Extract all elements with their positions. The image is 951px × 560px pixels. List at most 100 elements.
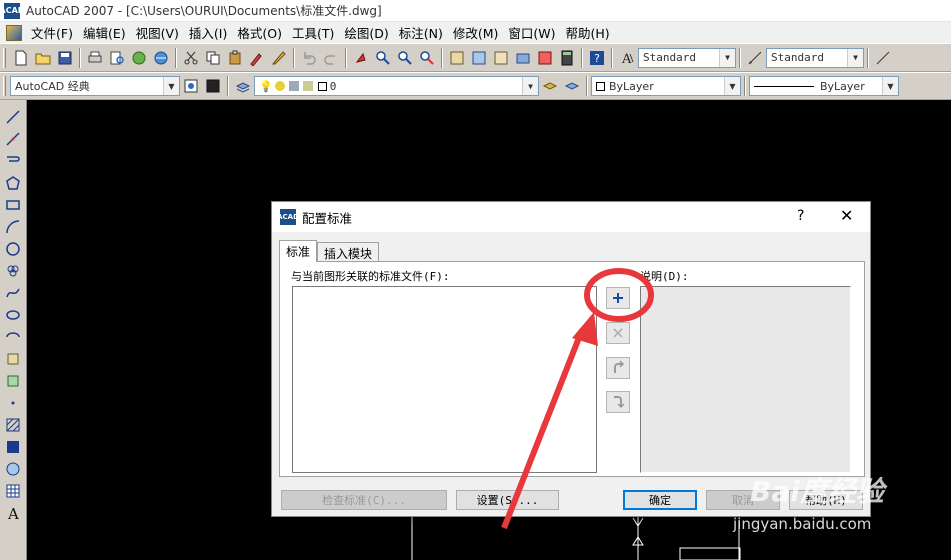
print-preview-icon[interactable] bbox=[107, 48, 127, 68]
paste-icon[interactable] bbox=[225, 48, 245, 68]
new-icon[interactable] bbox=[11, 48, 31, 68]
gradient-icon[interactable] bbox=[2, 436, 24, 458]
redo-icon[interactable] bbox=[321, 48, 341, 68]
layer-previous-icon[interactable] bbox=[562, 76, 582, 96]
chevron-down-icon[interactable]: ▼ bbox=[847, 48, 863, 67]
text-style-select[interactable]: Standard ▼ bbox=[638, 47, 736, 68]
block-editor-icon[interactable] bbox=[269, 48, 289, 68]
dimension-style-icon[interactable] bbox=[745, 48, 765, 68]
zoom-previous-icon[interactable] bbox=[417, 48, 437, 68]
rectangle-icon[interactable] bbox=[2, 194, 24, 216]
revision-cloud-icon[interactable] bbox=[2, 260, 24, 282]
table-icon[interactable] bbox=[2, 480, 24, 502]
match-properties-icon[interactable] bbox=[247, 48, 267, 68]
layer-select[interactable]: 💡 0 ▼ bbox=[254, 76, 539, 96]
title-bar: ACAD AutoCAD 2007 - [C:\Users\OURUI\Docu… bbox=[0, 0, 951, 22]
make-block-icon[interactable] bbox=[2, 370, 24, 392]
add-standards-file-button[interactable] bbox=[606, 287, 630, 309]
menu-edit[interactable]: 编辑(E) bbox=[78, 23, 131, 42]
print-icon[interactable] bbox=[85, 48, 105, 68]
sheet-set-icon[interactable] bbox=[513, 48, 533, 68]
toolbar-grip[interactable] bbox=[3, 76, 6, 96]
tool-palettes-icon[interactable] bbox=[491, 48, 511, 68]
layer-freeze-vp-icon[interactable] bbox=[288, 81, 299, 91]
region-icon[interactable] bbox=[2, 458, 24, 480]
construction-line-icon[interactable] bbox=[2, 128, 24, 150]
remove-icon bbox=[613, 328, 623, 338]
color-select[interactable]: ByLayer ▼ bbox=[591, 76, 741, 96]
text-style-icon[interactable]: A bbox=[617, 48, 637, 68]
insert-block-icon[interactable] bbox=[2, 348, 24, 370]
workspace-select[interactable]: AutoCAD 经典 ▼ bbox=[10, 76, 180, 96]
point-icon[interactable] bbox=[2, 392, 24, 414]
design-center-icon[interactable] bbox=[469, 48, 489, 68]
ok-button[interactable]: 确定 bbox=[623, 490, 697, 510]
zoom-window-icon[interactable] bbox=[395, 48, 415, 68]
layer-properties-icon[interactable] bbox=[233, 76, 253, 96]
chevron-down-icon[interactable]: ▼ bbox=[882, 77, 898, 95]
linetype-select[interactable]: ByLayer ▼ bbox=[749, 76, 899, 96]
layer-lock-icon[interactable] bbox=[302, 81, 313, 91]
menu-insert[interactable]: 插入(I) bbox=[184, 23, 232, 42]
menu-dimension[interactable]: 标注(N) bbox=[394, 23, 448, 42]
markup-icon[interactable] bbox=[535, 48, 555, 68]
multiline-text-icon[interactable]: A bbox=[2, 502, 24, 524]
move-down-button[interactable] bbox=[606, 391, 630, 413]
spline-icon[interactable] bbox=[2, 282, 24, 304]
customize-icon[interactable] bbox=[203, 76, 223, 96]
chevron-down-icon[interactable]: ▼ bbox=[522, 77, 538, 95]
pan-icon[interactable] bbox=[351, 48, 371, 68]
layer-freeze-icon[interactable] bbox=[274, 81, 285, 91]
standards-file-list[interactable] bbox=[292, 286, 597, 473]
table-style-icon[interactable] bbox=[873, 48, 893, 68]
chevron-down-icon[interactable]: ▼ bbox=[163, 77, 179, 95]
circle-icon[interactable] bbox=[2, 238, 24, 260]
menu-draw[interactable]: 绘图(D) bbox=[339, 23, 393, 42]
open-icon[interactable] bbox=[33, 48, 53, 68]
menu-file[interactable]: 文件(F) bbox=[26, 23, 78, 42]
undo-icon[interactable] bbox=[299, 48, 319, 68]
toolbar-grip[interactable] bbox=[3, 47, 6, 68]
menu-modify[interactable]: 修改(M) bbox=[448, 23, 504, 42]
make-object-layer-current-icon[interactable] bbox=[540, 76, 560, 96]
remove-standards-file-button[interactable] bbox=[606, 322, 630, 344]
cut-icon[interactable] bbox=[181, 48, 201, 68]
tab-standards[interactable]: 标准 bbox=[279, 240, 318, 262]
chevron-down-icon[interactable]: ▼ bbox=[719, 48, 735, 67]
layer-on-icon[interactable]: 💡 bbox=[259, 80, 273, 93]
menu-help[interactable]: 帮助(H) bbox=[561, 23, 615, 42]
baidu-watermark-logo: Bai度经验 bbox=[750, 475, 884, 508]
document-menu-icon[interactable] bbox=[6, 24, 22, 41]
menu-window[interactable]: 窗口(W) bbox=[503, 23, 560, 42]
tab-plugins[interactable]: 插入模块 bbox=[317, 242, 380, 262]
move-up-button[interactable] bbox=[606, 357, 630, 379]
menu-view[interactable]: 视图(V) bbox=[131, 23, 184, 42]
settings-button[interactable]: 设置(S)... bbox=[456, 490, 559, 510]
check-standards-button[interactable]: 检查标准(C)... bbox=[281, 490, 447, 510]
toolbar-separator bbox=[441, 47, 443, 68]
dimension-style-select[interactable]: Standard ▼ bbox=[766, 47, 864, 68]
save-icon[interactable] bbox=[55, 48, 75, 68]
zoom-realtime-icon[interactable] bbox=[373, 48, 393, 68]
3d-dwf-icon[interactable] bbox=[151, 48, 171, 68]
polygon-icon[interactable] bbox=[2, 172, 24, 194]
copy-icon[interactable] bbox=[203, 48, 223, 68]
close-icon[interactable]: ✕ bbox=[840, 206, 853, 225]
publish-icon[interactable] bbox=[129, 48, 149, 68]
chevron-down-icon[interactable]: ▼ bbox=[724, 77, 740, 95]
arc-icon[interactable] bbox=[2, 216, 24, 238]
properties-icon[interactable] bbox=[447, 48, 467, 68]
polyline-icon[interactable] bbox=[2, 150, 24, 172]
help-icon[interactable]: ? bbox=[587, 48, 607, 68]
line-icon[interactable] bbox=[2, 106, 24, 128]
linetype-value: ByLayer bbox=[820, 79, 865, 93]
menu-tools[interactable]: 工具(T) bbox=[287, 23, 339, 42]
autocad-app-icon[interactable]: ACAD bbox=[0, 2, 24, 19]
ellipse-icon[interactable] bbox=[2, 304, 24, 326]
calculator-icon[interactable] bbox=[557, 48, 577, 68]
ellipse-arc-icon[interactable] bbox=[2, 326, 24, 348]
menu-format[interactable]: 格式(O) bbox=[232, 23, 287, 42]
hatch-icon[interactable] bbox=[2, 414, 24, 436]
help-button[interactable]: ? bbox=[797, 208, 804, 224]
workspace-settings-icon[interactable] bbox=[181, 76, 201, 96]
